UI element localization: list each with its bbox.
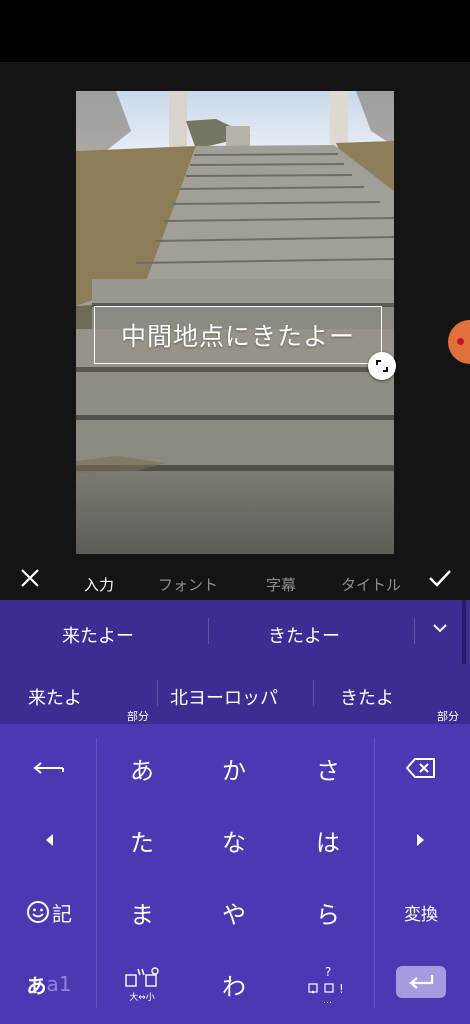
candidate-item[interactable]: 来たよ [28, 684, 82, 710]
text-overlay-box[interactable]: 中間地点にきたよー [94, 306, 382, 364]
cursor-left-key[interactable] [4, 808, 94, 872]
svg-text:?: ? [325, 965, 331, 979]
floating-bubble-icon[interactable] [448, 320, 470, 364]
key-ma[interactable]: ま [97, 880, 187, 944]
undo-key[interactable] [4, 736, 94, 800]
dakuten-key[interactable]: 大⇔小 [97, 952, 187, 1016]
symbol-label: 記 [52, 901, 72, 926]
emoji-symbol-key[interactable]: 記 [4, 880, 94, 944]
svg-text:!: ! [339, 982, 344, 996]
key-wa[interactable]: わ [189, 952, 279, 1016]
convert-key[interactable]: 変換 [376, 880, 466, 944]
partial-badge: 部分 [127, 710, 149, 723]
mode-label-kana: あ [26, 973, 47, 998]
key-divider [374, 738, 375, 1008]
candidate-item[interactable]: 北ヨーロッパ [170, 684, 278, 710]
tab-subtitle[interactable]: 字幕 [266, 574, 296, 595]
japanese-keyboard: 来たよー きたよー 来たよ 部分 北ヨーロッパ きたよ 部分 記 あ a1 あ … [0, 600, 470, 1024]
key-ra[interactable]: ら [283, 880, 373, 944]
backspace-icon [406, 758, 435, 778]
backspace-key[interactable] [376, 736, 466, 800]
candidate-divider [313, 680, 314, 706]
tab-title[interactable]: タイトル [341, 574, 401, 595]
status-bar [0, 0, 470, 62]
key-grid: 記 あ a1 あ か さ た な は ま や ら 大⇔小 わ ? ! … 変換 [0, 724, 470, 1024]
partial-badge: 部分 [437, 710, 459, 723]
svg-text:…: … [323, 996, 332, 1004]
candidate-row-primary: 来たよー きたよー [0, 600, 470, 682]
input-mode-key[interactable]: あ a1 [4, 952, 94, 1016]
resize-handle-icon[interactable] [368, 352, 396, 380]
candidate-divider [414, 618, 415, 644]
key-na[interactable]: な [189, 808, 279, 872]
smiley-icon [27, 901, 49, 923]
candidate-divider [208, 618, 209, 644]
candidate-item[interactable]: きたよー [268, 622, 340, 648]
mode-label-alnum: a1 [46, 972, 72, 996]
key-ka[interactable]: か [189, 736, 279, 800]
edit-tab-bar: 入力 フォント 字幕 タイトル [0, 554, 470, 600]
undo-arrow-icon [33, 762, 64, 774]
caret-left-icon [46, 834, 53, 846]
candidate-item[interactable]: 来たよー [62, 622, 134, 648]
candidate-item[interactable]: きたよ [340, 684, 394, 710]
video-editor-canvas: 中間地点にきたよー [0, 62, 470, 554]
cursor-right-key[interactable] [376, 808, 466, 872]
punctuation-key[interactable]: ? ! … [283, 952, 373, 1016]
dakuten-icon [125, 966, 159, 987]
punctuation-icon: ? ! … [308, 965, 344, 1004]
caret-right-icon [417, 834, 424, 846]
tab-input[interactable]: 入力 [84, 574, 114, 595]
key-sa[interactable]: さ [283, 736, 373, 800]
key-a[interactable]: あ [97, 736, 187, 800]
candidate-row-secondary: 来たよ 部分 北ヨーロッパ きたよ 部分 [0, 664, 470, 724]
enter-arrow-icon [409, 975, 434, 989]
enter-key[interactable] [396, 966, 446, 998]
key-ha[interactable]: は [283, 808, 373, 872]
close-icon[interactable] [14, 562, 46, 594]
key-ya[interactable]: や [189, 880, 279, 944]
key-ta[interactable]: た [97, 808, 187, 872]
candidate-divider [157, 680, 158, 706]
chevron-down-icon[interactable] [430, 620, 450, 636]
tab-font[interactable]: フォント [158, 574, 218, 595]
overlay-text[interactable]: 中間地点にきたよー [121, 317, 355, 353]
dakuten-sublabel: 大⇔小 [129, 992, 155, 1003]
confirm-check-icon[interactable] [424, 562, 456, 594]
